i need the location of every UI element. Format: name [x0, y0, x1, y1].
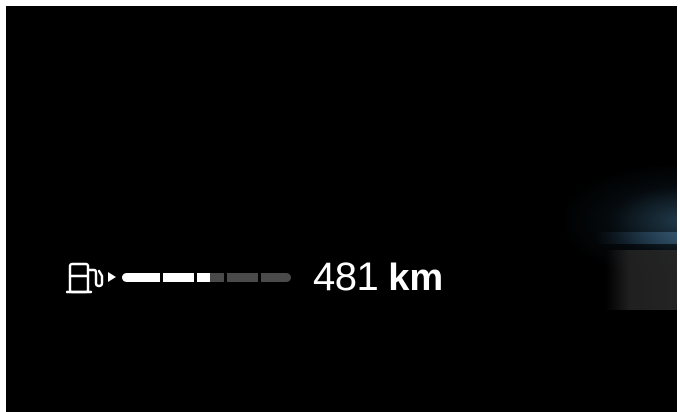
ambient-dim-panel	[606, 250, 677, 310]
fuel-level-gauge	[122, 272, 291, 282]
ambient-light-streak	[596, 232, 677, 244]
fuel-gauge-segment	[197, 272, 210, 282]
fuel-pump-icon	[66, 262, 104, 294]
range-readout: 481 km	[313, 255, 443, 300]
fuel-range-indicator: 481 km	[66, 252, 443, 302]
fuel-gauge-segment	[163, 272, 194, 282]
fuel-door-side-arrow-icon	[108, 272, 116, 282]
fuel-gauge-segment	[122, 272, 160, 282]
instrument-cluster-display: 481 km	[6, 6, 677, 412]
range-value: 481	[313, 254, 379, 299]
fuel-gauge-segment-empty-part	[210, 272, 224, 282]
fuel-gauge-segment	[227, 272, 258, 282]
range-unit: km	[388, 256, 444, 299]
fuel-gauge-segment	[261, 272, 291, 282]
